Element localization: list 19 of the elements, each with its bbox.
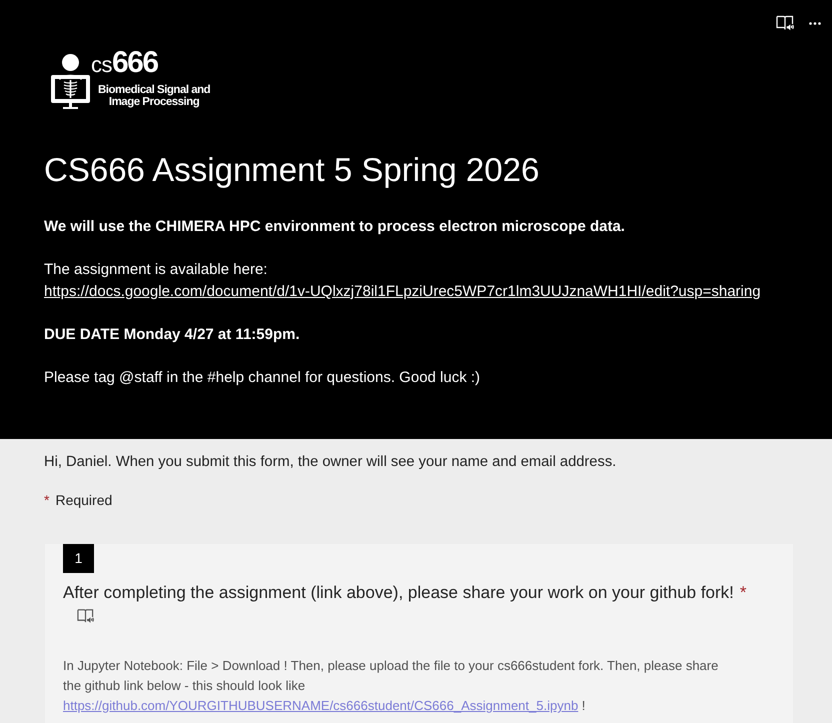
bold-paragraph: We will use the CHIMERA HPC environment to process electron microscope data. [44, 217, 626, 237]
logo-subtitle: Image Processing [108, 96, 200, 108]
question-title: After completing the assignment (link above), please share your work on your github fork! * [63, 582, 748, 604]
question-description: In Jupyter Notebook: File > Download ! Then, please upload the file to your cs666student fork. Then, please share the github link below - this should look like https://github.com/YOURGITHUBUSERNAME/cs666student/CS666_Assignment_5.ipynb ! [63, 657, 720, 715]
document-link[interactable]: https://docs.google.com/document/d/1v-UQlxzj78il1FLpziUrec5WP7cr1lm3UUJznaWH1HI/edit?usp=sharing [44, 283, 761, 300]
more-options-icon[interactable] [809, 22, 821, 24]
immersive-reader-button[interactable] [77, 608, 94, 624]
privacy-notice: Hi, Daniel. When you submit this form, the owner will see your name and email address. [44, 453, 618, 472]
paragraph: The assignment is available here: https://docs.google.com/document/d/1v-UQlxzj78il1FLpziUrec5WP7cr1lm3UUJznaWH1HI/edit?usp=sharing [44, 260, 762, 302]
form-title: CS666 Assignment 5 Spring 2026 [44, 150, 540, 190]
immersive-reader-icon [77, 608, 94, 624]
bold-paragraph: DUE DATE Monday 4/27 at 11:59pm. [44, 325, 301, 345]
xray-monitor-icon [50, 54, 91, 110]
immersive-reader-icon [776, 15, 794, 31]
required-legend: * Required [44, 490, 788, 510]
question-number: 1 [63, 544, 94, 573]
logo-title: cs666 [91, 51, 158, 80]
logo-subtitle: Biomedical Signal and [98, 84, 210, 96]
paragraph: Please tag @staff in the #help channel for questions. Good luck :) [44, 368, 482, 388]
